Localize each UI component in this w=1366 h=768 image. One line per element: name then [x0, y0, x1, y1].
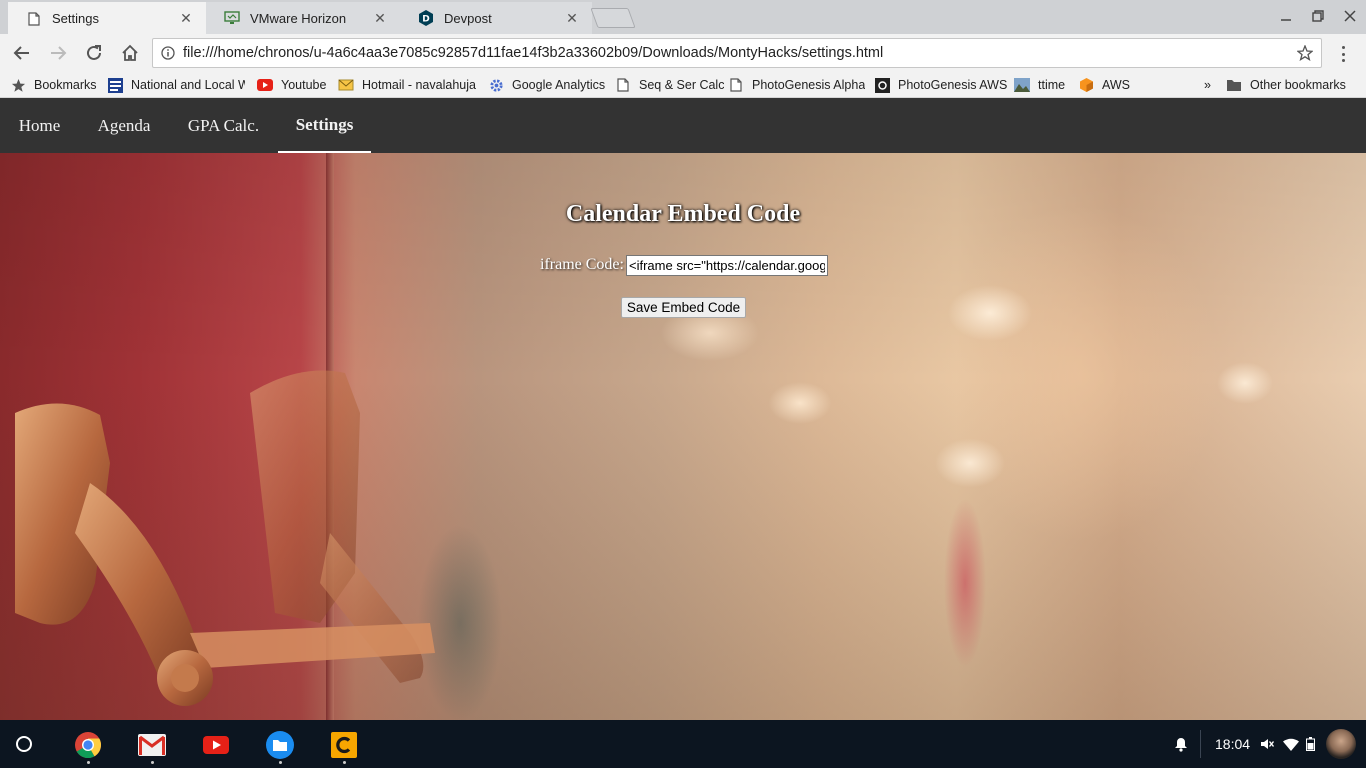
bookmark-item[interactable]: ttime	[1014, 76, 1065, 94]
reload-icon	[87, 45, 101, 60]
bookmark-item[interactable]: Bookmarks	[10, 76, 97, 94]
other-bookmarks-folder[interactable]: Other bookmarks	[1226, 76, 1346, 94]
hotmail-icon	[338, 77, 354, 93]
bookmark-item[interactable]: National and Local W	[107, 76, 245, 94]
restore-icon[interactable]	[1308, 6, 1328, 26]
tray-divider	[1200, 720, 1201, 768]
camera-icon	[874, 77, 890, 93]
system-shelf: 18:04	[0, 720, 1366, 768]
close-window-icon[interactable]	[1340, 6, 1360, 26]
site-navbar: Home Agenda GPA Calc. Settings	[0, 98, 1366, 153]
svg-text:D: D	[422, 15, 429, 25]
weather-channel-icon	[107, 77, 123, 93]
folder-icon	[1226, 77, 1242, 93]
vmware-icon	[224, 10, 240, 26]
running-indicator	[279, 761, 282, 764]
battery-icon	[1306, 720, 1315, 768]
gear-icon	[488, 77, 504, 93]
landscape-icon	[1014, 77, 1030, 93]
overflow-label: »	[1204, 78, 1211, 92]
chrome-icon[interactable]	[74, 731, 102, 759]
page-icon	[615, 77, 631, 93]
gmail-icon[interactable]	[138, 731, 166, 759]
back-arrow-icon	[13, 46, 29, 60]
back-button[interactable]	[9, 40, 35, 66]
page-icon	[728, 77, 744, 93]
reload-button[interactable]	[81, 40, 107, 66]
close-icon[interactable]: ✕	[178, 10, 194, 27]
bookmark-label: Google Analytics	[512, 78, 606, 92]
tab-settings[interactable]: Settings ✕	[8, 2, 206, 35]
bookmark-item[interactable]: AWS	[1078, 76, 1130, 94]
close-icon[interactable]: ✕	[372, 10, 388, 26]
nav-gpa-calc[interactable]: GPA Calc.	[169, 98, 278, 153]
bookmark-item[interactable]: PhotoGenesis AWS	[874, 76, 1007, 94]
page-icon	[26, 11, 42, 27]
menu-icon[interactable]	[1336, 44, 1350, 64]
browser-toolbar: file:///home/chronos/u-4a6c4aa3e7085c928…	[0, 34, 1366, 72]
bookmark-item[interactable]: Seq & Ser Calc	[615, 76, 724, 94]
forward-button[interactable]	[45, 40, 71, 66]
tab-vmware-horizon[interactable]: VMware Horizon ✕	[206, 2, 400, 34]
settings-content: Calendar Embed Code iframe Code: Save Em…	[0, 153, 1366, 720]
youtube-icon[interactable]	[202, 731, 230, 759]
minimize-icon[interactable]	[1276, 6, 1296, 26]
caret-icon[interactable]	[330, 731, 358, 759]
bookmark-star-icon[interactable]	[1289, 45, 1321, 61]
bookmark-label: Hotmail - navalahuja	[362, 78, 476, 92]
bookmark-label: PhotoGenesis Alpha	[752, 78, 866, 92]
bookmarks-overflow-button[interactable]: »	[1204, 76, 1211, 94]
forward-arrow-icon	[51, 46, 67, 60]
devpost-icon: D	[418, 10, 434, 26]
files-icon[interactable]	[266, 731, 294, 759]
new-tab-button[interactable]	[590, 8, 636, 28]
running-indicator	[87, 761, 90, 764]
iframe-code-input[interactable]	[626, 255, 828, 276]
tab-devpost[interactable]: D Devpost ✕	[400, 2, 592, 34]
bookmark-item[interactable]: Google Analytics	[488, 76, 605, 94]
close-icon[interactable]: ✕	[564, 10, 580, 26]
nav-home[interactable]: Home	[0, 98, 79, 153]
bookmark-label: Bookmarks	[34, 78, 97, 92]
bookmark-label: AWS	[1102, 78, 1131, 92]
bookmark-item[interactable]: Hotmail - navalahuja	[338, 76, 476, 94]
home-button[interactable]	[117, 40, 143, 66]
avatar[interactable]	[1326, 729, 1356, 759]
bookmark-label: ttime	[1038, 78, 1066, 92]
save-embed-code-button[interactable]: Save Embed Code	[621, 297, 746, 318]
bookmark-item[interactable]: PhotoGenesis Alpha	[728, 76, 865, 94]
bookmark-label: PhotoGenesis AWS	[898, 78, 1008, 92]
clock-time: 18:04	[1215, 736, 1251, 752]
nav-agenda[interactable]: Agenda	[79, 98, 169, 153]
page-title: Calendar Embed Code	[565, 201, 801, 227]
home-icon	[122, 44, 138, 61]
system-tray[interactable]: 18:04	[1215, 720, 1250, 768]
running-indicator	[343, 761, 346, 764]
tab-title: VMware Horizon	[250, 10, 347, 26]
tab-title: Settings	[52, 11, 99, 26]
launcher-icon[interactable]	[16, 736, 32, 752]
cube-icon	[1078, 77, 1094, 93]
running-indicator	[151, 761, 154, 764]
bookmark-item[interactable]: Youtube	[257, 76, 326, 94]
tab-strip: Settings ✕ VMware Horizon ✕ D Devpost ✕	[0, 0, 1366, 35]
bookmark-label: Youtube	[281, 78, 327, 92]
bookmark-label: Other bookmarks	[1250, 78, 1346, 92]
address-bar[interactable]: file:///home/chronos/u-4a6c4aa3e7085c928…	[152, 38, 1322, 68]
url-text[interactable]: file:///home/chronos/u-4a6c4aa3e7085c928…	[183, 45, 1289, 61]
bookmark-label: Seq & Ser Calc	[639, 78, 725, 92]
wifi-icon	[1283, 720, 1299, 768]
iframe-code-label: iframe Code:	[540, 256, 624, 273]
background-door-handle-image	[15, 370, 435, 706]
tab-title: Devpost	[444, 10, 492, 26]
info-icon[interactable]	[153, 46, 183, 60]
bookmark-label: National and Local W	[131, 78, 245, 92]
star-icon	[10, 77, 26, 93]
bookmarks-bar: Bookmarks National and Local W Youtube H…	[0, 72, 1366, 98]
youtube-icon	[257, 77, 273, 93]
notification-bell-icon[interactable]	[1174, 720, 1188, 768]
nav-settings[interactable]: Settings	[278, 98, 371, 153]
muted-speaker-icon	[1260, 720, 1274, 768]
